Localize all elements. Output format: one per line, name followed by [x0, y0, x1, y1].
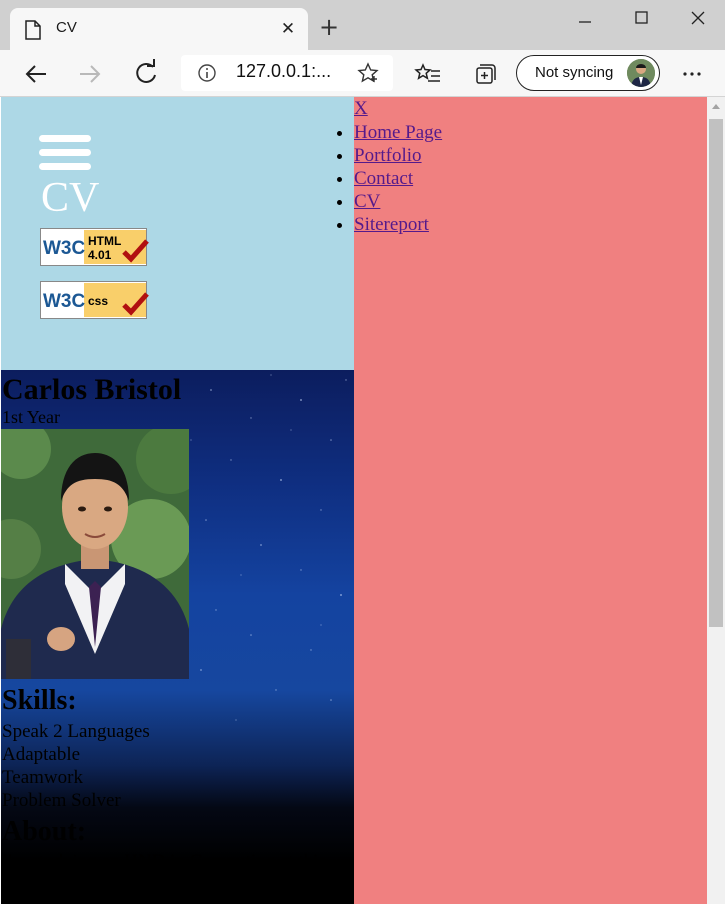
forward-icon[interactable]: [74, 58, 106, 90]
nav-link-sitereport[interactable]: Sitereport: [354, 214, 429, 235]
svg-text:HTML: HTML: [88, 234, 121, 248]
nav-item-home: Home Page: [354, 121, 442, 144]
back-icon[interactable]: [20, 58, 52, 90]
url-text: 127.0.0.1:...: [236, 61, 332, 81]
info-icon[interactable]: [197, 63, 217, 83]
profile-year: 1st Year: [2, 407, 61, 427]
sync-button[interactable]: Not syncing: [516, 55, 660, 91]
skills-heading: Skills:: [2, 685, 77, 716]
skill-item: Teamwork: [2, 767, 83, 788]
scrollbar-thumb[interactable]: [709, 119, 723, 627]
new-tab-button[interactable]: +: [316, 14, 342, 40]
skill-item: Adaptable: [2, 744, 81, 765]
svg-text:W3C: W3C: [43, 291, 86, 312]
nav-item-sitereport: Sitereport: [354, 213, 442, 236]
hamburger-menu-icon[interactable]: [39, 133, 91, 175]
w3c-css-badge[interactable]: W3C css: [40, 281, 150, 321]
header-panel: CV W3C HTML 4.01 W3C css: [1, 97, 354, 370]
nav-list: Home Page Portfolio Contact CV Siterepor…: [334, 121, 442, 236]
about-text: I'm studying an HND in Computing at this…: [2, 851, 336, 904]
w3c-html-badge[interactable]: W3C HTML 4.01: [40, 228, 150, 268]
cv-content: Carlos Bristol 1st Year Skills: Speak 2 …: [1, 370, 354, 904]
profile-photo: [1, 429, 189, 679]
browser-tab[interactable]: CV ✕: [10, 8, 308, 50]
skill-item: Problem Solver: [2, 790, 121, 811]
svg-text:4.01: 4.01: [88, 248, 112, 262]
nav-link-portfolio[interactable]: Portfolio: [354, 145, 422, 166]
browser-toolbar: 127.0.0.1:... Not syncing: [0, 50, 725, 97]
nav-item-contact: Contact: [354, 167, 442, 190]
about-heading: About:: [2, 816, 87, 847]
skill-item: Speak 2 Languages: [2, 721, 150, 742]
svg-text:W3C: W3C: [43, 238, 86, 259]
tab-bar: CV ✕ +: [0, 0, 725, 50]
star-icon[interactable]: [357, 62, 379, 84]
address-bar[interactable]: 127.0.0.1:...: [181, 55, 393, 91]
page-title: CV: [41, 175, 100, 221]
nav-link-home[interactable]: Home Page: [354, 122, 442, 143]
avatar: [627, 59, 655, 87]
collections-icon[interactable]: [468, 58, 500, 90]
side-navigation: X Home Page Portfolio Contact CV Siterep…: [354, 97, 707, 904]
svg-text:css: css: [88, 294, 108, 308]
tab-title: CV: [56, 19, 77, 36]
favorites-icon[interactable]: [412, 58, 444, 90]
vertical-scrollbar[interactable]: [707, 97, 725, 904]
nav-link-cv[interactable]: CV: [354, 191, 380, 212]
reload-icon[interactable]: [130, 58, 162, 90]
window-close-icon[interactable]: [675, 4, 721, 32]
close-nav-link[interactable]: X: [354, 98, 368, 120]
maximize-icon[interactable]: [618, 4, 664, 32]
nav-link-contact[interactable]: Contact: [354, 168, 413, 189]
page-icon: [25, 20, 41, 40]
nav-item-portfolio: Portfolio: [354, 144, 442, 167]
minimize-icon[interactable]: [562, 4, 608, 32]
close-tab-icon[interactable]: ✕: [276, 17, 300, 41]
sync-label: Not syncing: [535, 64, 614, 81]
more-icon[interactable]: [676, 58, 708, 90]
page-viewport: CV W3C HTML 4.01 W3C css Carlos Bristol …: [0, 97, 707, 904]
nav-item-cv: CV: [354, 190, 442, 213]
scroll-up-icon[interactable]: [711, 102, 721, 110]
profile-name: Carlos Bristol: [2, 373, 182, 406]
